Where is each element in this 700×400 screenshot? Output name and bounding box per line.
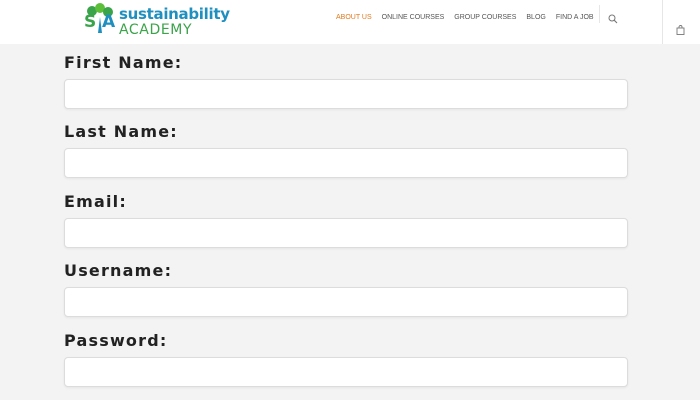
last-name-label: Last Name: — [64, 122, 178, 141]
svg-text:A: A — [102, 12, 116, 32]
nav-item-find-a-job[interactable]: FIND A JOB — [556, 14, 594, 21]
email-label: Email: — [64, 192, 127, 211]
logo-text: sustainability ACADEMY — [119, 3, 230, 38]
username-field: Username: — [64, 260, 630, 317]
logo[interactable]: S A sustainability ACADEMY — [82, 3, 230, 38]
shopping-bag-icon[interactable] — [676, 22, 685, 35]
first-name-label: First Name: — [64, 53, 183, 72]
nav-item-blog[interactable]: BLOG — [526, 14, 545, 21]
page: S A sustainability ACADEMY ABOUT US ONLI… — [0, 0, 700, 400]
password-field: Password: — [64, 330, 630, 387]
username-label: Username: — [64, 261, 173, 280]
svg-text:S: S — [84, 12, 96, 32]
nav-item-group-courses[interactable]: GROUP COURSES — [454, 14, 516, 21]
site-header: S A sustainability ACADEMY ABOUT US ONLI… — [0, 0, 700, 44]
nav-divider — [599, 5, 600, 23]
first-name-field: First Name: — [64, 52, 630, 109]
first-name-input[interactable] — [64, 79, 628, 109]
logo-line1: sustainability — [119, 5, 230, 23]
logo-mark-icon: S A — [82, 3, 118, 35]
nav-item-online-courses[interactable]: ONLINE COURSES — [382, 14, 445, 21]
password-input[interactable] — [64, 357, 628, 387]
nav-item-about-us[interactable]: ABOUT US — [336, 14, 372, 21]
header-divider — [662, 0, 663, 44]
search-icon[interactable] — [608, 11, 618, 24]
password-label: Password: — [64, 331, 168, 350]
email-input[interactable] — [64, 218, 628, 248]
username-input[interactable] — [64, 287, 628, 317]
last-name-input[interactable] — [64, 148, 628, 178]
logo-line2: ACADEMY — [119, 22, 193, 38]
main-nav: ABOUT US ONLINE COURSES GROUP COURSES BL… — [336, 12, 604, 22]
last-name-field: Last Name: — [64, 121, 630, 178]
email-field: Email: — [64, 191, 630, 248]
